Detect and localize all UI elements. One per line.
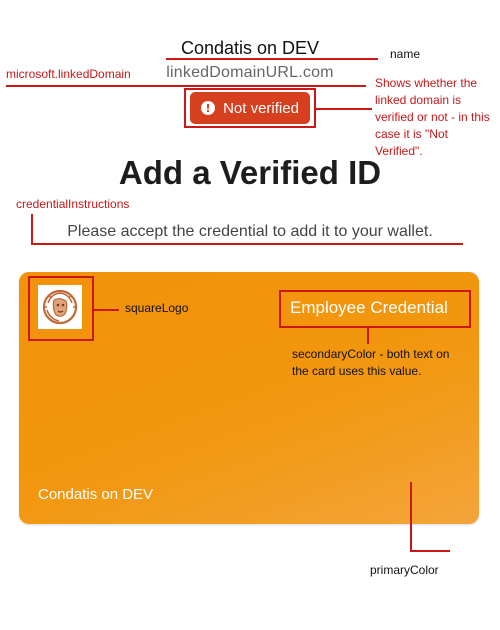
primary-color-pointer-vline [410,482,412,552]
linked-domain-underline [6,85,366,87]
card-title-highlight [279,290,471,328]
primary-color-annotation: primaryColor [370,563,439,577]
square-logo-pointer-line [94,309,119,311]
linked-domain-annotation: microsoft.linkedDomain [6,67,131,81]
verified-badge-highlight [184,88,316,128]
square-logo-annotation: squareLogo [125,301,189,315]
card-issuer: Condatis on DEV [38,486,154,503]
name-annotation: name [390,47,421,61]
issuer-name: Condatis on DEV [180,38,320,58]
verified-annotation: Shows whether the linked domain is verif… [375,76,490,158]
primary-color-pointer-hline [410,550,450,552]
square-logo-highlight [28,276,94,341]
card-title-pointer-line [367,328,369,344]
credential-instructions: Please accept the credential to add it t… [67,223,433,240]
instructions-underline [31,243,463,245]
name-underline [166,58,378,60]
instructions-pointer-vline [31,214,33,245]
verified-pointer-line [316,108,372,110]
secondary-color-annotation: secondaryColor - both text on the card u… [292,347,450,378]
credential-instructions-annotation: credentialInstructions [16,197,130,211]
